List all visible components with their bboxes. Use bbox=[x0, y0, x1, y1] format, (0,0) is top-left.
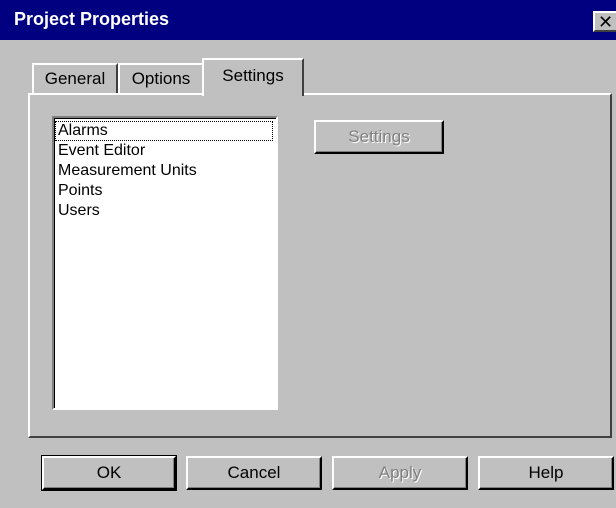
apply-button[interactable]: Apply bbox=[332, 456, 468, 490]
title-bar[interactable]: Project Properties ✕ bbox=[0, 0, 616, 40]
list-item-points[interactable]: Points bbox=[55, 181, 276, 201]
ok-button-label: OK bbox=[96, 463, 122, 482]
cancel-button[interactable]: Cancel bbox=[186, 456, 322, 490]
settings-category-list[interactable]: Alarms Event Editor Measurement Units Po… bbox=[52, 116, 278, 410]
settings-button[interactable]: Settings bbox=[314, 120, 444, 154]
list-item-event-editor[interactable]: Event Editor bbox=[55, 141, 276, 161]
tab-settings-label: Settings bbox=[222, 66, 284, 85]
tab-options[interactable]: Options bbox=[118, 63, 204, 93]
settings-button-label: Settings bbox=[348, 127, 410, 146]
tab-options-label: Options bbox=[131, 69, 191, 88]
list-item-alarms[interactable]: Alarms bbox=[55, 121, 273, 141]
dialog-title: Project Properties bbox=[14, 9, 170, 29]
tab-settings[interactable]: Settings bbox=[202, 58, 304, 96]
tab-general[interactable]: General bbox=[32, 63, 118, 93]
project-properties-dialog: Project Properties ✕ General Options Set… bbox=[0, 0, 616, 508]
cancel-button-label: Cancel bbox=[227, 463, 281, 482]
list-item-measurement-units[interactable]: Measurement Units bbox=[55, 161, 276, 181]
list-item-users[interactable]: Users bbox=[55, 201, 276, 221]
ok-button[interactable]: OK bbox=[41, 455, 177, 491]
apply-button-label: Apply bbox=[378, 463, 422, 482]
close-button[interactable]: ✕ bbox=[593, 11, 616, 32]
help-button-label: Help bbox=[528, 463, 564, 482]
help-button[interactable]: Help bbox=[478, 456, 614, 490]
close-icon: ✕ bbox=[597, 11, 614, 32]
tab-general-label: General bbox=[44, 69, 106, 88]
